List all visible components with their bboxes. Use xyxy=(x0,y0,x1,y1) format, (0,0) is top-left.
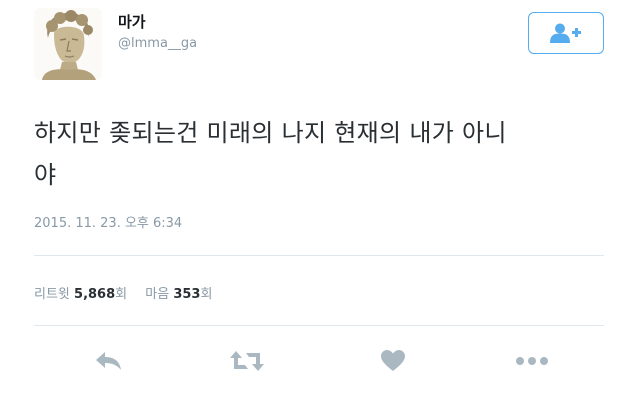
divider-bottom xyxy=(34,325,604,326)
tweet-text-line-1: 하지만 좆되는건 미래의 나지 현재의 내가 아니 xyxy=(34,119,507,147)
like-stat-label: 마음 xyxy=(145,287,170,302)
tweet-text: 하지만 좆되는건 미래의 나지 현재의 내가 아니 야 xyxy=(34,112,604,196)
like-button[interactable] xyxy=(378,346,408,376)
user-handle[interactable]: @lmma__ga xyxy=(118,36,197,51)
heart-icon xyxy=(381,350,405,371)
tweet-actions xyxy=(0,346,641,376)
like-stat[interactable]: 마음 353회 xyxy=(145,287,212,302)
tweet-stats: 리트윗 5,868회 마음 353회 xyxy=(34,283,226,302)
retweet-icon xyxy=(230,351,264,371)
retweet-suffix: 회 xyxy=(115,287,128,302)
retweet-stat[interactable]: 리트윗 5,868회 xyxy=(34,287,131,302)
tweet-timestamp[interactable]: 2015. 11. 23. 오후 6:34 xyxy=(34,212,182,231)
add-user-icon xyxy=(550,23,581,43)
retweet-stat-label: 리트윗 xyxy=(34,287,70,302)
like-count: 353 xyxy=(173,287,201,302)
more-dots-icon xyxy=(516,357,548,365)
avatar[interactable] xyxy=(34,8,102,80)
divider-top xyxy=(34,255,604,256)
retweet-count: 5,868 xyxy=(74,287,116,302)
marble-statue-bust-avatar xyxy=(34,8,102,80)
like-suffix: 회 xyxy=(200,287,213,302)
follow-button[interactable] xyxy=(528,12,604,54)
more-button[interactable] xyxy=(512,346,552,376)
retweet-button[interactable] xyxy=(226,346,268,376)
reply-button[interactable] xyxy=(92,346,126,376)
display-name[interactable]: 마가 xyxy=(118,11,146,32)
tweet-text-line-2: 야 xyxy=(34,161,57,189)
reply-icon xyxy=(96,352,121,370)
